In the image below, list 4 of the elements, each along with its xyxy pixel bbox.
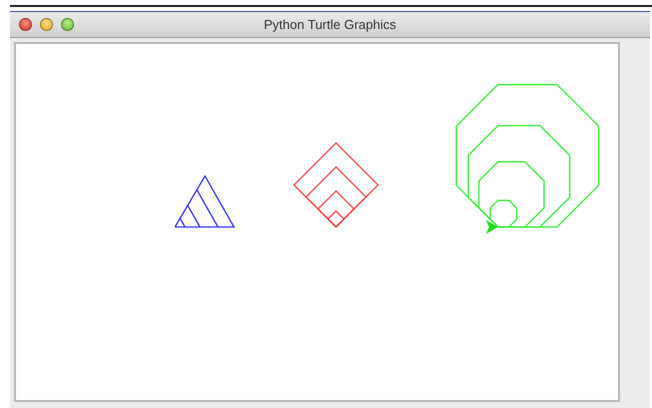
close-button[interactable] [19,18,32,31]
minimize-button[interactable] [40,18,53,31]
window-title: Python Turtle Graphics [264,17,396,32]
zoom-button[interactable] [61,18,74,31]
